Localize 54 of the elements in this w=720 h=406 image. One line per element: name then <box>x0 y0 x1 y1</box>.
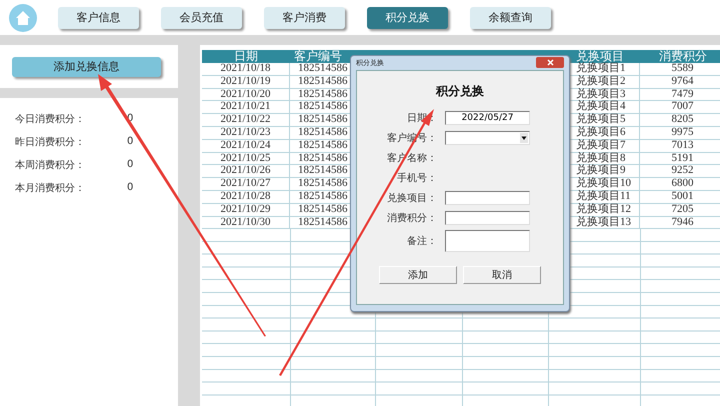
input-field[interactable]: 2022/05/27 <box>445 111 530 125</box>
table-cell: 6800 <box>640 178 720 191</box>
field-label: 备注： <box>406 234 437 248</box>
table-cell: 2021/10/29 <box>202 204 290 217</box>
nav-tab[interactable]: 积分兑换 <box>367 6 448 28</box>
close-button[interactable] <box>536 56 564 68</box>
add-button[interactable]: 添加兑换信息 <box>12 56 161 76</box>
table-cell: 9764 <box>640 76 720 89</box>
table-cell: 9252 <box>640 165 720 178</box>
table-cell: 5001 <box>640 190 720 204</box>
input-field[interactable] <box>445 191 530 205</box>
nav-tab[interactable]: 客户信息 <box>58 6 139 28</box>
table-cell: 2021/10/21 <box>202 101 290 114</box>
stat-value: 0 <box>127 136 134 147</box>
dialog-button[interactable]: 取消 <box>463 266 541 284</box>
nav-tab[interactable]: 客户消费 <box>264 6 345 28</box>
table-cell: 7479 <box>640 88 720 102</box>
table-cell: 2021/10/20 <box>202 88 290 102</box>
table-cell: 2021/10/26 <box>202 165 290 178</box>
table-cell: 2021/10/18 <box>202 63 290 76</box>
stat-label: 本周消费积分： <box>15 158 86 172</box>
field-label: 手机号： <box>396 172 437 185</box>
table-cell: 8205 <box>640 114 720 127</box>
dropdown-field[interactable] <box>445 131 530 145</box>
nav-tab[interactable]: 会员充值 <box>161 6 242 28</box>
table-cell: 7007 <box>640 101 720 114</box>
column-header: 消费积分 <box>640 50 720 63</box>
table-cell: 2021/10/23 <box>202 126 290 140</box>
table-cell: 7013 <box>640 140 720 153</box>
stat-label: 昨日消费积分： <box>15 136 86 148</box>
field-label: 兑换项目： <box>386 192 437 205</box>
table-cell: 7205 <box>640 204 720 217</box>
table-cell: 2021/10/22 <box>202 114 290 127</box>
stat-value: 0 <box>127 182 134 193</box>
table-cell: 5191 <box>640 152 720 166</box>
table-cell: 9975 <box>640 126 720 140</box>
table-cell: 2021/10/24 <box>202 140 290 153</box>
stat-value: 0 <box>127 159 134 170</box>
table-cell: 2021/10/25 <box>202 152 290 166</box>
input-field[interactable] <box>445 211 530 225</box>
column-header: 日期 <box>202 50 290 63</box>
field-label: 消费积分： <box>386 212 437 225</box>
notes-field[interactable] <box>445 230 530 252</box>
table-cell: 5589 <box>640 63 720 76</box>
stat-label: 今日消费积分： <box>15 112 86 126</box>
nav-tab[interactable]: 余额查询 <box>470 6 551 28</box>
caret-icon <box>520 133 528 143</box>
table-cell: 2021/10/19 <box>202 76 290 89</box>
dialog-heading: 积分兑换 <box>436 83 484 100</box>
close-icon <box>546 58 554 66</box>
stat-label: 本月消费积分： <box>15 182 86 194</box>
dialog-button[interactable]: 添加 <box>379 266 457 284</box>
table-cell: 2021/10/27 <box>202 178 290 191</box>
table-cell: 2021/10/28 <box>202 190 290 204</box>
